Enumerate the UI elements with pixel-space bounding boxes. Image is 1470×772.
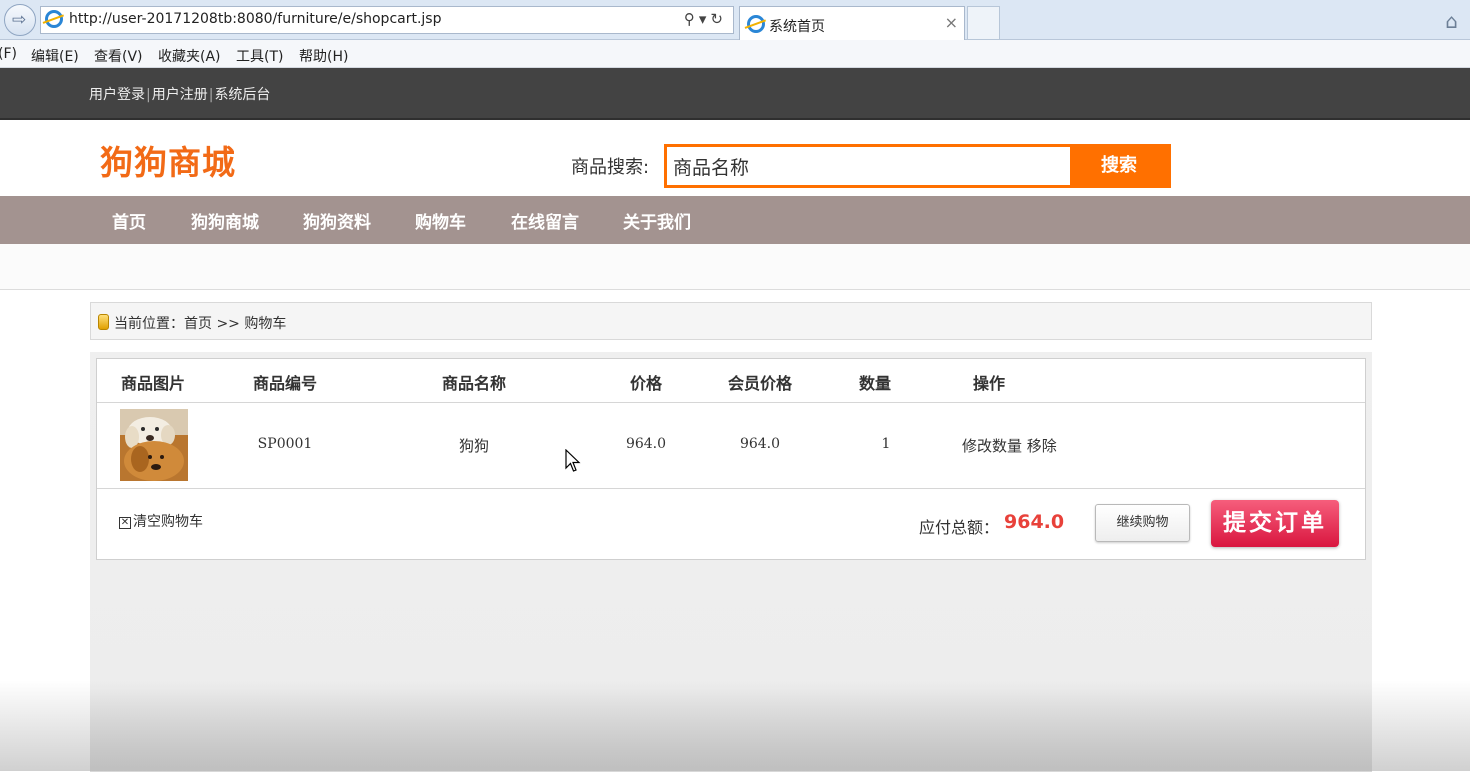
nav-dog-mall[interactable]: 狗狗商城 xyxy=(191,208,259,233)
menu-view[interactable]: 查看(V) xyxy=(94,46,143,66)
top-separator: | xyxy=(146,87,151,103)
tab-title: 系统首页 xyxy=(769,19,825,35)
breadcrumb: 当前位置：首页 >> 购物车 xyxy=(90,302,1372,340)
table-row: SP0001 狗狗 964.0 964.0 1 修改数量 移除 xyxy=(97,403,1365,489)
nav-about[interactable]: 关于我们 xyxy=(623,208,691,233)
mouse-cursor-icon xyxy=(565,449,581,472)
breadcrumb-icon xyxy=(98,314,109,330)
home-icon[interactable]: ⌂ xyxy=(1445,9,1458,33)
clear-cart-label: 清空购物车 xyxy=(133,514,203,530)
address-row: ⇨ http://user-20171208tb:8080/furniture/… xyxy=(0,0,1470,40)
cart-footer: ✕ 清空购物车 应付总额： 964.0 继续购物 提交订单 xyxy=(97,489,1365,559)
breadcrumb-text: 当前位置：首页 >> 购物车 xyxy=(114,316,287,332)
col-code: 商品编号 xyxy=(252,374,318,393)
col-actions: 操作 xyxy=(972,374,1006,393)
col-price: 价格 xyxy=(629,374,663,393)
nav-dog-info[interactable]: 狗狗资料 xyxy=(303,208,371,233)
main-nav: 首页 狗狗商城 狗狗资料 购物车 在线留言 关于我们 xyxy=(0,196,1470,244)
menu-edit[interactable]: 编辑(E) xyxy=(31,46,79,66)
search-box: 搜索 xyxy=(664,144,1171,188)
nav-home[interactable]: 首页 xyxy=(112,208,146,233)
product-name: 狗狗 xyxy=(458,437,490,455)
address-tools: ⚲▾↻ xyxy=(684,10,727,28)
submit-order-button[interactable]: 提交订单 xyxy=(1211,500,1339,547)
dropdown-icon[interactable]: ▾ xyxy=(699,10,711,28)
top-links: 用户登录|用户注册|系统后台 xyxy=(89,84,270,104)
col-member-price: 会员价格 xyxy=(727,374,793,393)
search-button[interactable]: 搜索 xyxy=(1070,147,1168,185)
browser-chrome: ⇨ http://user-20171208tb:8080/furniture/… xyxy=(0,0,1470,68)
nav-cart[interactable]: 购物车 xyxy=(415,208,466,233)
product-member-price: 964.0 xyxy=(739,436,781,452)
col-quantity: 数量 xyxy=(858,374,892,393)
admin-link[interactable]: 系统后台 xyxy=(214,87,270,103)
dog-picture xyxy=(120,409,188,481)
tab-ie-logo-icon xyxy=(747,15,765,33)
product-image[interactable] xyxy=(120,409,188,481)
row-actions: 修改数量 移除 xyxy=(962,435,1057,456)
site-top-bar: 用户登录|用户注册|系统后台 xyxy=(0,68,1470,120)
ie-logo-icon xyxy=(45,10,63,28)
cart-table: 商品图片 商品编号 商品名称 价格 会员价格 数量 操作 SP0001 狗狗 9… xyxy=(96,358,1366,560)
refresh-icon[interactable]: ↻ xyxy=(710,10,727,28)
site-logo[interactable]: 狗狗商城 xyxy=(100,136,236,184)
continue-shopping-button[interactable]: 继续购物 xyxy=(1095,504,1190,542)
address-bar[interactable]: http://user-20171208tb:8080/furniture/e/… xyxy=(40,6,734,34)
total-amount: 964.0 xyxy=(1004,511,1065,533)
menu-file[interactable]: (F) xyxy=(0,46,17,62)
header-strip xyxy=(0,244,1470,290)
menu-tools[interactable]: 工具(T) xyxy=(236,46,283,66)
product-quantity: 1 xyxy=(881,436,891,452)
col-name: 商品名称 xyxy=(441,374,507,393)
product-price: 964.0 xyxy=(625,436,667,452)
nav-message[interactable]: 在线留言 xyxy=(511,208,579,233)
back-button[interactable]: ⇨ xyxy=(4,4,36,36)
user-register-link[interactable]: 用户注册 xyxy=(152,87,208,103)
remove-link[interactable]: 移除 xyxy=(1027,437,1057,455)
cart-header-row: 商品图片 商品编号 商品名称 价格 会员价格 数量 操作 xyxy=(97,359,1365,403)
product-code: SP0001 xyxy=(257,436,313,452)
total-label: 应付总额： xyxy=(919,518,1000,537)
browser-tab[interactable]: 系统首页 × xyxy=(739,6,965,40)
clear-cart-link[interactable]: ✕ 清空购物车 xyxy=(119,511,203,531)
clear-box-icon: ✕ xyxy=(119,517,131,529)
search-label: 商品搜索: xyxy=(571,157,650,178)
col-image: 商品图片 xyxy=(120,374,186,393)
user-login-link[interactable]: 用户登录 xyxy=(89,87,145,103)
address-url[interactable]: http://user-20171208tb:8080/furniture/e/… xyxy=(69,11,441,27)
search-icon[interactable]: ⚲ xyxy=(684,10,699,28)
menu-help[interactable]: 帮助(H) xyxy=(299,46,348,66)
back-arrow-icon: ⇨ xyxy=(12,10,27,30)
menu-favorites[interactable]: 收藏夹(A) xyxy=(158,46,221,66)
top-separator: | xyxy=(208,87,214,103)
browser-menu-bar: (F) 编辑(E) 查看(V) 收藏夹(A) 工具(T) 帮助(H) xyxy=(0,40,1470,68)
modify-quantity-link[interactable]: 修改数量 xyxy=(962,437,1022,455)
tab-close-icon[interactable]: × xyxy=(945,13,958,32)
search-input[interactable] xyxy=(667,147,1071,185)
new-tab-button[interactable] xyxy=(967,6,1000,40)
